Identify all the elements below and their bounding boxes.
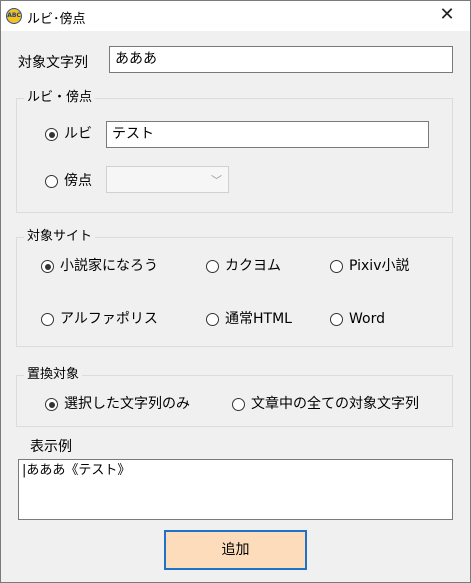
ruby-boten-group [16, 98, 453, 213]
site-radio-alphapolis-dot [41, 313, 54, 326]
site-radio-pixiv-dot [330, 260, 343, 273]
target-text-input[interactable]: あああ [109, 46, 453, 73]
site-radio-word-dot [330, 313, 343, 326]
replace-radio-selected-dot [45, 398, 58, 411]
window-title: ルビ･傍点 [27, 12, 86, 27]
preview-textarea[interactable]: |あああ《テスト》 [18, 459, 453, 520]
ruby-boten-group-caption: ルビ・傍点 [24, 90, 96, 106]
replace-radio-selected-label: 選択した文字列のみ [64, 396, 190, 412]
close-button[interactable]: ✕ [424, 1, 470, 31]
replace-target-group-caption: 置換対象 [24, 367, 83, 383]
site-radio-html-dot [206, 313, 219, 326]
target-site-group-caption: 対象サイト [24, 229, 96, 245]
site-radio-pixiv-label: Pixiv小説 [349, 258, 410, 274]
target-site-group [16, 237, 453, 347]
site-radio-kakuyomu-label: カクヨム [225, 258, 281, 274]
site-radio-html-label: 通常HTML [225, 311, 292, 327]
site-radio-kakuyomu-dot [206, 260, 219, 273]
ruby-radio-dot [45, 128, 58, 141]
replace-radio-all-label: 文章中の全ての対象文字列 [251, 396, 419, 412]
target-text-label: 対象文字列 [18, 55, 88, 71]
boten-radio-dot [45, 175, 58, 188]
site-radio-narou-label: 小説家になろう [60, 258, 158, 274]
site-radio-word-label: Word [349, 311, 385, 327]
preview-label: 表示例 [30, 439, 72, 455]
add-button[interactable]: 追加 [164, 530, 307, 570]
replace-radio-all-dot [232, 398, 245, 411]
boten-radio-label: 傍点 [64, 173, 92, 189]
dialog-window: ABC ルビ･傍点 ✕ 対象文字列 あああ ルビ・傍点 ルビ テスト 傍点 ﹀ … [0, 0, 471, 583]
boten-combo[interactable]: ﹀ [106, 166, 229, 193]
site-radio-alphapolis-label: アルファポリス [60, 311, 158, 327]
title-bar[interactable]: ABC ルビ･傍点 ✕ [1, 1, 470, 31]
app-icon: ABC [6, 8, 22, 24]
site-radio-narou-dot [41, 260, 54, 273]
ruby-text-input[interactable]: テスト [106, 121, 429, 148]
close-icon: ✕ [439, 4, 455, 25]
chevron-down-icon: ﹀ [211, 174, 222, 187]
ruby-radio-label: ルビ [64, 126, 92, 142]
app-icon-text: ABC [7, 12, 21, 19]
